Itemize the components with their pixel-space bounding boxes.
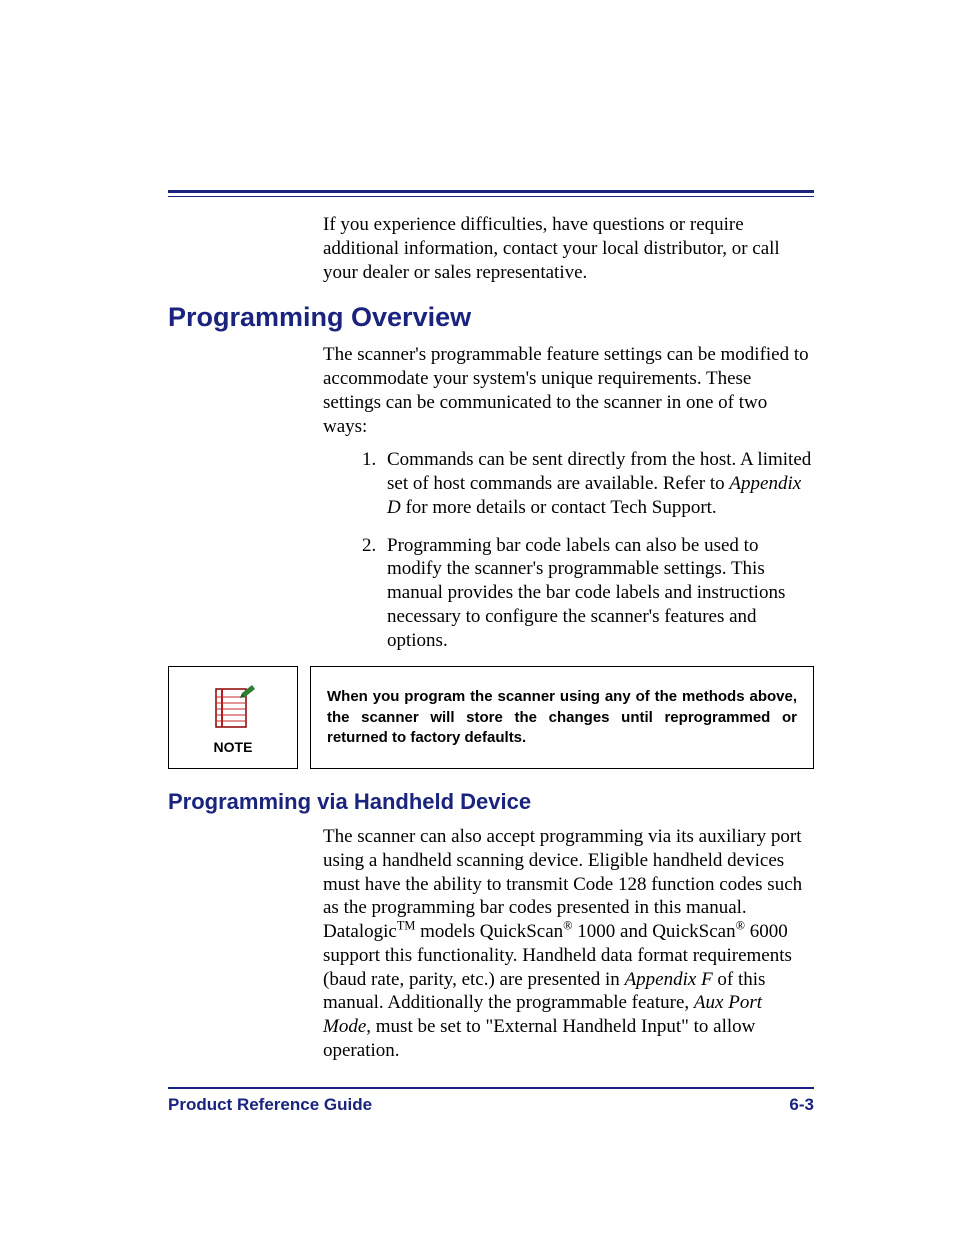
- top-double-rule: [168, 190, 814, 197]
- heading-programming-overview: Programming Overview: [168, 302, 814, 333]
- overview-list: Commands can be sent directly from the h…: [323, 448, 814, 652]
- body-text: , must be set to "External Handheld Inpu…: [323, 1016, 755, 1061]
- handheld-paragraph: The scanner can also accept programming …: [323, 825, 814, 1063]
- body-text: 1000 and QuickScan: [573, 921, 736, 942]
- overview-paragraph: The scanner's programmable feature setti…: [323, 343, 814, 438]
- notepad-icon: [208, 683, 258, 733]
- body-text: models QuickScan: [415, 921, 563, 942]
- registered-symbol: ®: [736, 919, 745, 933]
- note-callout: NOTE When you program the scanner using …: [168, 666, 814, 769]
- page: If you experience difficulties, have que…: [0, 0, 954, 1235]
- note-label: NOTE: [214, 739, 253, 755]
- page-number: 6-3: [789, 1095, 814, 1115]
- page-footer: Product Reference Guide 6-3: [168, 1087, 814, 1115]
- list-text: for more details or contact Tech Support…: [401, 497, 717, 518]
- list-item: Programming bar code labels can also be …: [381, 534, 814, 653]
- registered-symbol: ®: [563, 919, 572, 933]
- list-item: Commands can be sent directly from the h…: [381, 448, 814, 519]
- heading-programming-handheld: Programming via Handheld Device: [168, 789, 814, 815]
- appendix-f-ref: Appendix F: [625, 969, 713, 990]
- footer-title: Product Reference Guide: [168, 1095, 372, 1115]
- intro-paragraph: If you experience difficulties, have que…: [323, 213, 814, 284]
- note-icon-box: NOTE: [168, 666, 298, 769]
- note-text: When you program the scanner using any o…: [310, 666, 814, 769]
- trademark-symbol: TM: [397, 919, 416, 933]
- footer-rule: [168, 1087, 814, 1089]
